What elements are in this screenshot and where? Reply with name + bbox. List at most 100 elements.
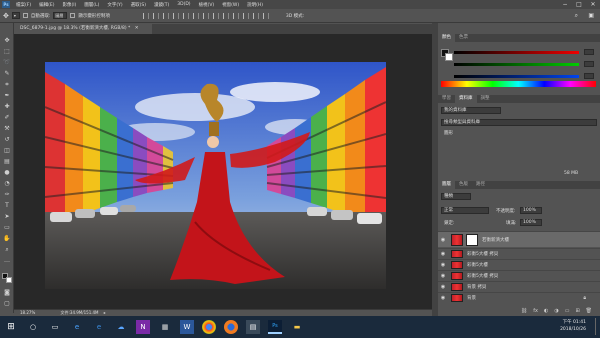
blur-tool-icon[interactable]: ● bbox=[3, 169, 11, 177]
panel-background-swatch[interactable] bbox=[445, 53, 453, 61]
search-icon[interactable]: ○ bbox=[26, 320, 40, 334]
visibility-eye-icon[interactable]: ◉ bbox=[438, 237, 448, 243]
eyedropper-tool-icon[interactable]: ✒ bbox=[3, 92, 11, 100]
menu-select[interactable]: 選取(S) bbox=[127, 2, 150, 8]
background-color-swatch[interactable] bbox=[6, 277, 12, 283]
opacity-field[interactable]: 100% bbox=[520, 207, 542, 214]
green-value-field[interactable] bbox=[584, 61, 594, 67]
3d-mode-icon[interactable]: 3D 模式: bbox=[286, 13, 304, 19]
healing-brush-tool-icon[interactable]: ✚ bbox=[3, 103, 11, 111]
tab-learn[interactable]: 學習 bbox=[438, 95, 455, 103]
menu-file[interactable]: 檔案(F) bbox=[12, 2, 35, 8]
align-left-icon[interactable] bbox=[142, 12, 149, 19]
menu-3d[interactable]: 3D(D) bbox=[173, 2, 194, 7]
document-canvas-image[interactable] bbox=[45, 62, 386, 289]
red-value-field[interactable] bbox=[584, 49, 594, 55]
layer-name[interactable]: 若衡新濟大樓 bbox=[482, 237, 509, 243]
lasso-tool-icon[interactable]: ➰ bbox=[3, 59, 11, 67]
tab-adjustments[interactable]: 調整 bbox=[477, 95, 494, 103]
document-tab[interactable]: DSC_6879-1.jpg @ 18.3% (若衡新濟大樓, RGB/8) *… bbox=[14, 24, 152, 34]
align-middle-icon[interactable] bbox=[182, 12, 189, 19]
distribute-left-icon[interactable] bbox=[202, 12, 209, 19]
tool-preset-picker[interactable]: ▾ bbox=[11, 12, 20, 19]
layer-style-icon[interactable]: fx bbox=[533, 306, 538, 316]
distribute-bottom-icon[interactable] bbox=[252, 12, 259, 19]
dodge-tool-icon[interactable]: ◔ bbox=[3, 180, 11, 188]
menu-layer[interactable]: 圖層(L) bbox=[80, 2, 103, 8]
menu-view[interactable]: 檢視(V) bbox=[195, 2, 219, 8]
transform-controls-checkbox[interactable] bbox=[70, 13, 76, 18]
layer-row[interactable]: ◉ 若衡新濟大樓 bbox=[438, 231, 600, 247]
workspace-icon[interactable]: ▣ bbox=[588, 12, 594, 19]
menu-edit[interactable]: 編輯(E) bbox=[35, 2, 58, 8]
layer-row[interactable]: ◉ 背景 拷貝 bbox=[438, 281, 600, 291]
status-menu-arrow-icon[interactable]: ▸ bbox=[104, 310, 106, 315]
visibility-eye-icon[interactable]: ◉ bbox=[438, 251, 448, 257]
more-tools-icon[interactable]: … bbox=[3, 257, 11, 265]
task-view-icon[interactable]: ▭ bbox=[48, 320, 62, 334]
red-slider[interactable] bbox=[454, 51, 579, 54]
document-tab-close-icon[interactable]: ✕ bbox=[135, 26, 139, 31]
new-layer-icon[interactable]: ⊞ bbox=[575, 306, 579, 316]
move-tool-icon[interactable]: ✥ bbox=[3, 37, 11, 45]
show-desktop-button[interactable] bbox=[595, 318, 598, 335]
chrome-icon[interactable] bbox=[202, 320, 216, 334]
library-dropdown[interactable]: 我的資料庫 bbox=[441, 107, 501, 114]
layer-row[interactable]: ◉ 彩衡5大樓 拷貝 bbox=[438, 270, 600, 280]
app-icon[interactable]: ▤ bbox=[246, 320, 260, 334]
zoom-level[interactable]: 18.27% bbox=[20, 310, 35, 315]
menu-type[interactable]: 文字(Y) bbox=[103, 2, 126, 8]
visibility-eye-icon[interactable]: ◉ bbox=[438, 262, 448, 268]
distribute-middle-icon[interactable] bbox=[242, 12, 249, 19]
visibility-eye-icon[interactable]: ◉ bbox=[438, 273, 448, 279]
crop-tool-icon[interactable]: ⌗ bbox=[3, 81, 11, 89]
blend-mode-dropdown[interactable]: 正常 bbox=[441, 207, 489, 214]
layer-mask-thumbnail[interactable] bbox=[466, 233, 478, 246]
auto-select-checkbox[interactable] bbox=[22, 13, 28, 18]
green-slider[interactable] bbox=[454, 63, 579, 66]
layer-name[interactable]: 彩衡5大樓 bbox=[467, 262, 488, 268]
blue-slider[interactable] bbox=[454, 75, 579, 78]
maximize-button[interactable]: □ bbox=[572, 0, 586, 9]
tab-libraries[interactable]: 資料庫 bbox=[455, 95, 477, 103]
document-size-info[interactable]: 文件:34.9M/151.4M bbox=[61, 310, 99, 315]
brush-tool-icon[interactable]: ✐ bbox=[3, 114, 11, 122]
layer-row[interactable]: ◉ 彩衡5大樓 bbox=[438, 259, 600, 269]
adjustment-layer-icon[interactable]: ◑ bbox=[554, 306, 558, 316]
layer-name[interactable]: 彩衡5大樓 拷貝 bbox=[467, 251, 498, 257]
visibility-eye-icon[interactable]: ◉ bbox=[438, 284, 448, 290]
pen-tool-icon[interactable]: ✑ bbox=[3, 191, 11, 199]
gradient-tool-icon[interactable]: ▤ bbox=[3, 158, 11, 166]
menu-help[interactable]: 說明(H) bbox=[243, 2, 267, 8]
edge-icon[interactable]: e bbox=[92, 320, 106, 334]
quick-select-tool-icon[interactable]: ✎ bbox=[3, 70, 11, 78]
photoshop-icon[interactable]: Ps bbox=[268, 320, 282, 334]
eraser-tool-icon[interactable]: ◫ bbox=[3, 147, 11, 155]
link-layers-icon[interactable]: ⛓ bbox=[521, 306, 527, 316]
onenote-icon[interactable]: N bbox=[136, 320, 150, 334]
layer-row[interactable]: ◉ 背景 🔒︎ bbox=[438, 292, 600, 302]
layer-name[interactable]: 背景 拷貝 bbox=[467, 284, 486, 290]
layer-row[interactable]: ◉ 彩衡5大樓 拷貝 bbox=[438, 248, 600, 258]
explorer-icon[interactable]: ▬ bbox=[290, 320, 304, 334]
system-clock[interactable]: 下午 01:41 2018/10/26 bbox=[560, 319, 586, 333]
distribute-right-icon[interactable] bbox=[222, 12, 229, 19]
onedrive-icon[interactable]: ☁ bbox=[114, 320, 128, 334]
tab-color[interactable]: 顏色 bbox=[438, 34, 455, 42]
windows-logo-icon[interactable]: ⊞ bbox=[4, 320, 18, 334]
align-right-icon[interactable] bbox=[162, 12, 169, 19]
shape-tool-icon[interactable]: ▭ bbox=[3, 224, 11, 232]
align-bottom-icon[interactable] bbox=[192, 12, 199, 19]
firefox-icon[interactable] bbox=[224, 320, 238, 334]
distribute-center-icon[interactable] bbox=[212, 12, 219, 19]
align-top-icon[interactable] bbox=[172, 12, 179, 19]
layer-name[interactable]: 彩衡5大樓 拷貝 bbox=[467, 273, 498, 279]
screen-mode-icon[interactable]: ▢ bbox=[3, 300, 11, 308]
delete-layer-icon[interactable]: 🗑︎ bbox=[586, 306, 592, 316]
tab-paths[interactable]: 路徑 bbox=[472, 181, 489, 189]
visibility-eye-icon[interactable]: ◉ bbox=[438, 295, 448, 301]
hand-tool-icon[interactable]: ✋ bbox=[3, 235, 11, 243]
library-search-dropdown[interactable]: 搜尋類型與資料庫 bbox=[441, 119, 597, 126]
tab-layers[interactable]: 圖層 bbox=[438, 181, 455, 189]
marquee-tool-icon[interactable]: ⬚ bbox=[3, 48, 11, 56]
